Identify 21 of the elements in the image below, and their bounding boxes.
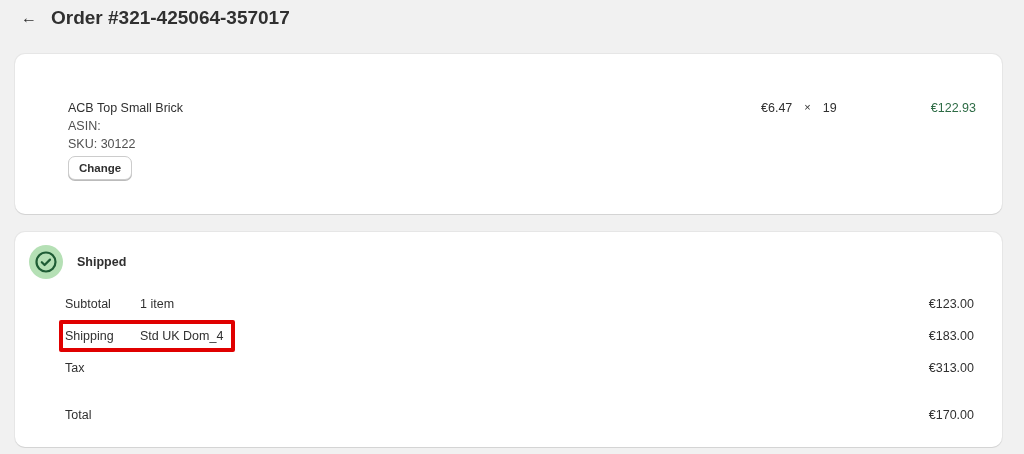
summary-amount: €123.00 bbox=[928, 297, 974, 311]
unit-price: €6.47 bbox=[761, 101, 793, 115]
product-name: ACB Top Small Brick bbox=[68, 101, 185, 116]
line-total: €122.93 bbox=[929, 101, 976, 115]
summary-label: Tax bbox=[65, 361, 86, 375]
summary-label: Total bbox=[65, 408, 93, 422]
product-asin: ASIN: bbox=[68, 119, 102, 134]
quantity: 19 bbox=[822, 101, 837, 115]
summary-amount: €313.00 bbox=[928, 361, 974, 375]
page-title: Order #321-425064-357017 bbox=[51, 7, 290, 29]
summary-amount: €170.00 bbox=[928, 408, 974, 422]
summary-detail: 1 item bbox=[140, 297, 175, 311]
summary-label: Shipping bbox=[65, 329, 115, 343]
summary-amount: €183.00 bbox=[928, 329, 974, 343]
summary-label: Subtotal bbox=[65, 297, 112, 311]
times-sign: × bbox=[804, 101, 811, 115]
change-button[interactable]: Change bbox=[68, 156, 133, 180]
summary-detail: Std UK Dom_4 bbox=[140, 329, 224, 343]
status-label: Shipped bbox=[77, 255, 127, 269]
back-button[interactable]: ← bbox=[17, 9, 41, 27]
product-sku: SKU: 30122 bbox=[68, 137, 137, 152]
